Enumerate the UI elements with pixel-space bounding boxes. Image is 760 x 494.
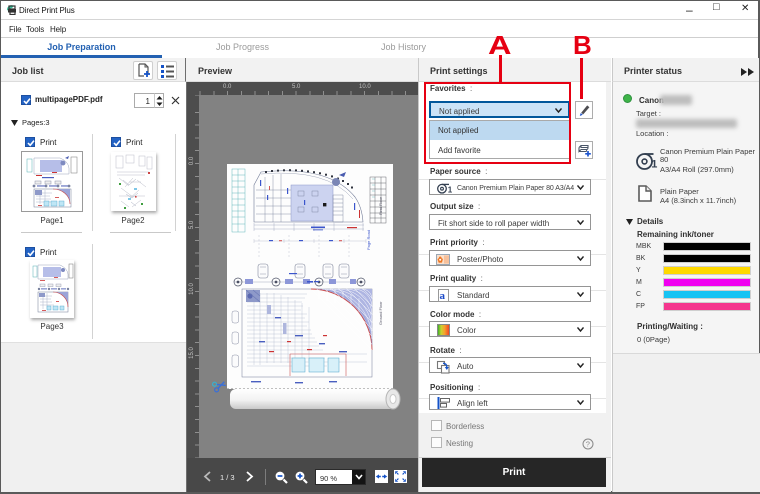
svg-text:a: a xyxy=(440,290,446,302)
svg-text:?: ? xyxy=(586,440,590,449)
svg-text:Ground Floor: Ground Floor xyxy=(378,301,383,325)
svg-text:Page Road: Page Road xyxy=(366,230,371,250)
svg-text:1: 1 xyxy=(448,185,453,194)
svg-text:First Floor: First Floor xyxy=(378,196,383,215)
svg-text:1: 1 xyxy=(651,159,657,171)
